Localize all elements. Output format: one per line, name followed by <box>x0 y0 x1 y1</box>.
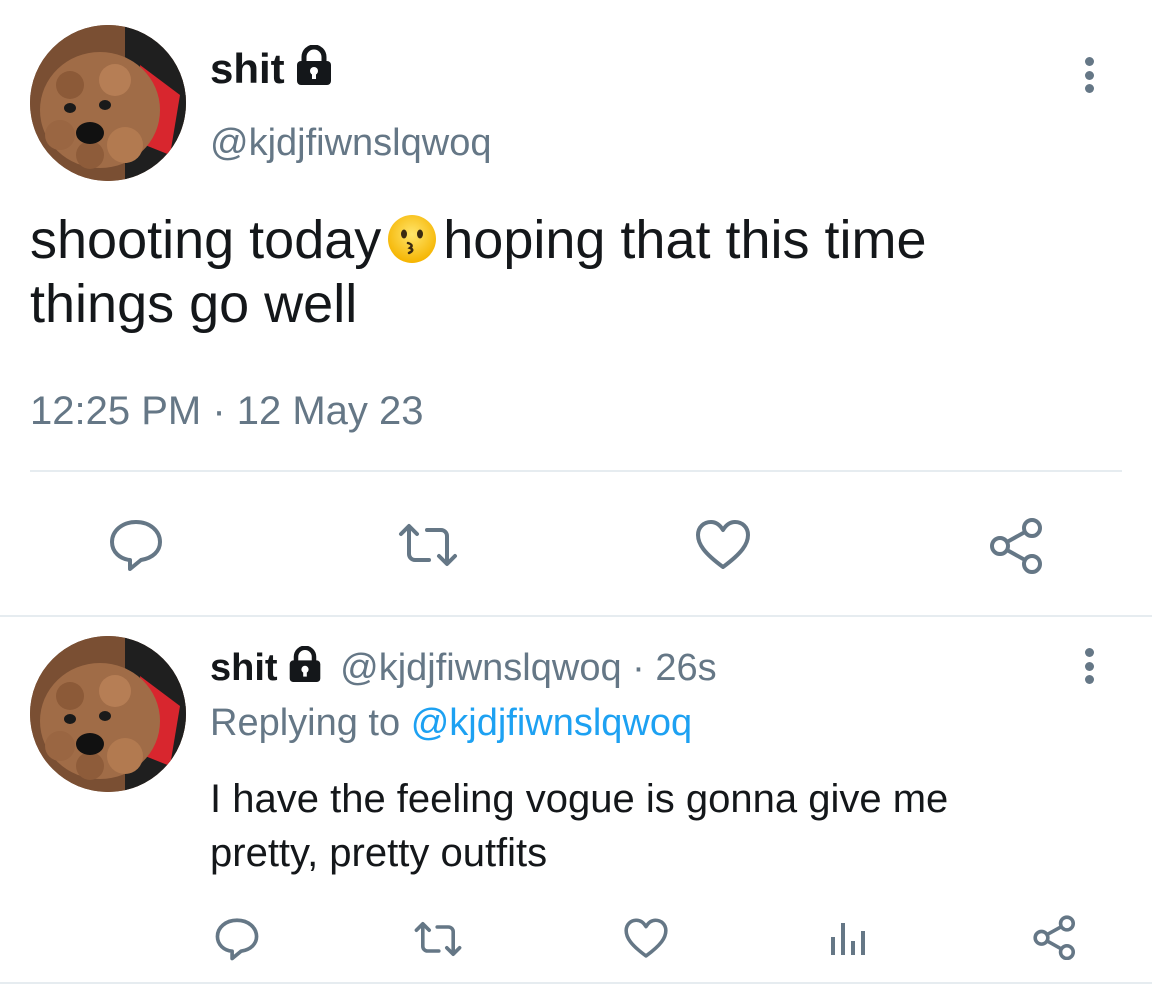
reply-avatar[interactable] <box>30 636 186 792</box>
reply-text: I have the feeling vogue is gonna give m… <box>210 772 948 880</box>
tweet-text: shooting today hoping that this time thin… <box>30 208 1130 336</box>
more-options-icon[interactable] <box>1082 57 1096 93</box>
display-name-text: shit <box>210 45 285 92</box>
retweet-icon[interactable] <box>393 520 463 570</box>
share-icon[interactable] <box>988 516 1046 574</box>
reply-display-name[interactable]: shit <box>210 647 278 689</box>
share-icon[interactable] <box>1032 914 1078 960</box>
kebab-dot <box>1084 84 1094 93</box>
kissing-face-emoji <box>387 214 437 264</box>
divider <box>0 982 1152 984</box>
tweet-text-part: shooting today <box>30 210 382 270</box>
reply-handle[interactable]: @kjdjfiwnslqwoq <box>340 647 621 689</box>
divider <box>30 470 1122 472</box>
tweet-text-part: hoping that this time <box>443 210 927 270</box>
kebab-dot <box>1084 57 1094 66</box>
analytics-icon[interactable] <box>828 919 868 957</box>
replying-to-handle-link[interactable]: @kjdjfiwnslqwoq <box>411 702 692 744</box>
kebab-dot <box>1084 661 1094 671</box>
like-icon[interactable] <box>694 518 752 572</box>
timestamp[interactable]: 12:25 PM · 12 May 23 <box>30 388 424 434</box>
replying-to-label: Replying to <box>210 702 401 744</box>
like-icon[interactable] <box>623 917 669 960</box>
tweet-text-line2: things go well <box>30 274 358 334</box>
reply-time: · 26s <box>632 647 717 689</box>
reply-text-line1: I have the feeling vogue is gonna give m… <box>210 777 949 821</box>
replying-to: Replying to @kjdjfiwnslqwoq <box>210 700 692 746</box>
reply-text-line2: pretty, pretty outfits <box>210 831 548 875</box>
kebab-dot <box>1084 70 1094 80</box>
reply-header: shit @kjdjfiwnslqwoq · 26s <box>210 645 717 693</box>
kebab-dot <box>1084 648 1094 657</box>
handle[interactable]: @kjdjfiwnslqwoq <box>210 120 491 166</box>
avatar[interactable] <box>30 25 186 181</box>
reply-icon[interactable] <box>214 917 260 961</box>
lock-icon <box>286 645 324 693</box>
divider <box>0 615 1152 617</box>
display-name[interactable]: shit <box>210 44 335 96</box>
reply-more-options-icon[interactable] <box>1082 648 1096 684</box>
kebab-dot <box>1084 675 1094 684</box>
reply-icon[interactable] <box>108 518 164 572</box>
lock-icon <box>293 44 335 96</box>
tweet-text-line1: shooting today hoping that this time <box>30 208 1130 272</box>
retweet-icon[interactable] <box>410 919 466 959</box>
